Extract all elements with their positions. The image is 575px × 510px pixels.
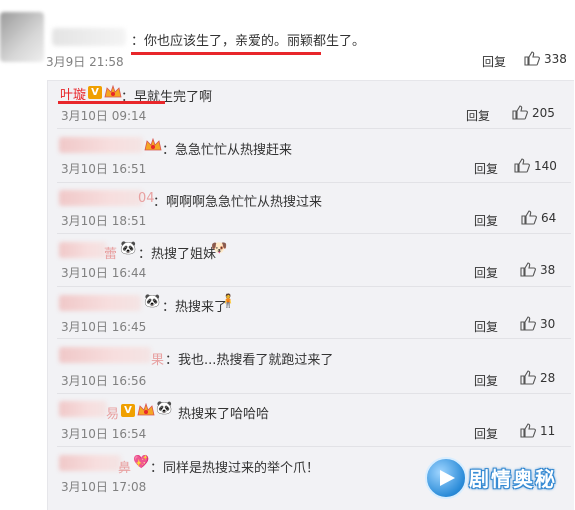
reply-button[interactable]: 回复 — [466, 107, 490, 124]
username-fragment: 鼻 — [118, 461, 132, 476]
reply-time: 3月10日 16:51 — [61, 162, 147, 176]
thumbs-up-icon — [514, 158, 530, 173]
reply-text: ：同样是热搜过来的举个爪！ — [150, 461, 320, 476]
divider — [57, 233, 571, 234]
like-count: 28 — [540, 371, 556, 385]
reply-text: ：急急忙忙从热搜赶来 — [162, 143, 293, 158]
like-count: 205 — [532, 106, 555, 120]
reply-time: 3月10日 16:44 — [61, 266, 147, 280]
reply-button[interactable]: 回复 — [482, 53, 506, 70]
thumbs-up-icon — [524, 51, 540, 66]
blurred-username[interactable] — [59, 455, 121, 471]
reply-time: 3月10日 09:14 — [61, 109, 147, 123]
reply-time: 3月10日 18:51 — [61, 214, 147, 228]
divider — [57, 446, 571, 447]
thumbs-up-icon — [520, 423, 536, 438]
reply-text: 热搜来了哈哈哈 — [178, 407, 270, 422]
like-count: 30 — [540, 317, 556, 331]
reply-button[interactable]: 回复 — [474, 425, 498, 442]
reply-text: ：我也...热搜看了就跑过来了 — [165, 353, 334, 368]
blurred-username[interactable] — [59, 190, 143, 206]
thumbs-up-icon — [520, 262, 536, 277]
reply-text: ：热搜了姐妹 — [138, 247, 217, 262]
blurred-username[interactable] — [59, 242, 107, 258]
heart-icon: 💖 — [133, 455, 150, 470]
panda-emoji-icon: 🐼 — [144, 294, 161, 309]
thumbs-up-icon — [521, 210, 537, 225]
watermark-logo: 剧情奥秘 — [425, 457, 557, 499]
like-count: 338 — [544, 52, 567, 66]
divider — [57, 128, 571, 129]
reply-text: ：啊啊啊急急忙忙从热搜过来 — [153, 195, 323, 210]
reply-button[interactable]: 回复 — [474, 372, 498, 389]
panda-emoji-icon: 🐼 — [120, 241, 137, 256]
blurred-username[interactable] — [59, 295, 141, 311]
divider — [57, 338, 571, 339]
verified-badge-icon: V — [88, 86, 102, 99]
blurred-username[interactable] — [59, 347, 151, 363]
reply-button[interactable]: 回复 — [474, 318, 498, 335]
divider — [57, 182, 571, 183]
reply-button[interactable]: 回复 — [474, 264, 498, 281]
thumbs-up-icon — [512, 105, 528, 120]
reply-button[interactable]: 回复 — [474, 160, 498, 177]
divider — [57, 286, 571, 287]
comment-time: 3月9日 21:58 — [46, 55, 124, 69]
figure-emoji-icon: 🧍 — [220, 294, 237, 309]
reply-time: 3月10日 16:54 — [61, 427, 147, 441]
blurred-username[interactable] — [59, 137, 143, 153]
crown-badge-icon — [144, 138, 162, 151]
dog-emoji-icon: 🐶 — [211, 241, 228, 256]
avatar[interactable] — [0, 12, 44, 62]
panda-emoji-icon: 🐼 — [156, 401, 173, 416]
username-fragment: 蕾 — [104, 247, 118, 262]
crown-badge-icon — [137, 403, 155, 416]
thumbs-up-icon — [520, 370, 536, 385]
crown-badge-icon — [104, 85, 122, 98]
username-fragment: 易 — [106, 407, 120, 422]
reply-text: ：热搜来了 — [162, 300, 228, 315]
blurred-username[interactable] — [52, 28, 126, 46]
username-fragment: 果 — [151, 353, 165, 368]
watermark-text: 剧情奥秘 — [469, 467, 557, 491]
verified-badge-icon: V — [121, 404, 135, 417]
blurred-username[interactable] — [59, 401, 107, 417]
like-count: 38 — [540, 263, 556, 277]
play-logo-icon — [425, 457, 467, 499]
reply-time: 3月10日 17:08 — [61, 480, 147, 494]
reply-time: 3月10日 16:45 — [61, 320, 147, 334]
reply-button[interactable]: 回复 — [474, 212, 498, 229]
top-comment: ：你也应该生了，亲爱的。丽颖都生了。 3月9日 21:58 回复 338 — [0, 0, 575, 78]
highlight-underline — [58, 101, 165, 104]
like-count: 140 — [534, 159, 557, 173]
reply-time: 3月10日 16:56 — [61, 374, 147, 388]
thumbs-up-icon — [520, 316, 536, 331]
like-count: 11 — [540, 424, 556, 438]
highlight-underline — [131, 52, 321, 55]
like-count: 64 — [541, 211, 557, 225]
divider — [57, 393, 571, 394]
comment-text: ：你也应该生了，亲爱的。丽颖都生了。 — [131, 34, 366, 49]
